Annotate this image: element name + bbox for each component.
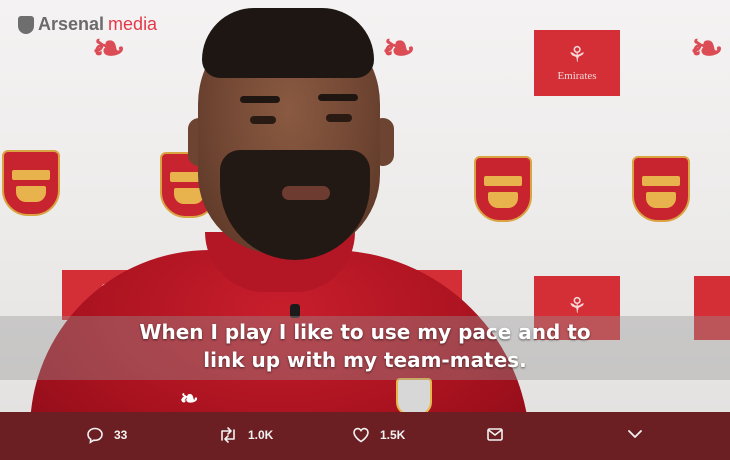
video-caption: When I play I like to use my pace and to…	[0, 318, 730, 374]
hair	[202, 8, 374, 78]
chevron-down-icon	[626, 426, 644, 442]
direct-message-button[interactable]	[486, 426, 504, 442]
puma-shirt-logo: ❧	[180, 386, 199, 411]
caption-line-2: link up with my team-mates.	[203, 348, 527, 372]
retweet-count: 1.0K	[248, 428, 274, 442]
arsenal-shirt-crest	[396, 378, 432, 412]
mouth	[282, 186, 330, 200]
caption-line-1: When I play I like to use my pace and to	[139, 320, 591, 344]
tweet-action-bar: 33 1.0K 1.5K	[0, 412, 730, 460]
like-button[interactable]: 1.5K	[352, 426, 405, 444]
reply-icon	[86, 426, 104, 444]
tweet-media[interactable]: ❧ ❧ ❧ ⚘ Emirates ⚘ ⚘ Arsenalmedia ❧	[0, 0, 730, 412]
retweet-icon	[218, 426, 238, 444]
right-eye	[326, 114, 352, 122]
left-eye	[250, 116, 276, 124]
reply-count: 33	[114, 428, 128, 442]
like-count: 1.5K	[380, 428, 406, 442]
retweet-button[interactable]: 1.0K	[218, 426, 273, 444]
envelope-icon	[486, 426, 504, 442]
right-eyebrow	[318, 94, 358, 101]
more-options-button[interactable]	[626, 426, 644, 442]
reply-button[interactable]: 33	[86, 426, 127, 444]
left-eyebrow	[240, 96, 280, 103]
heart-icon	[352, 426, 370, 444]
